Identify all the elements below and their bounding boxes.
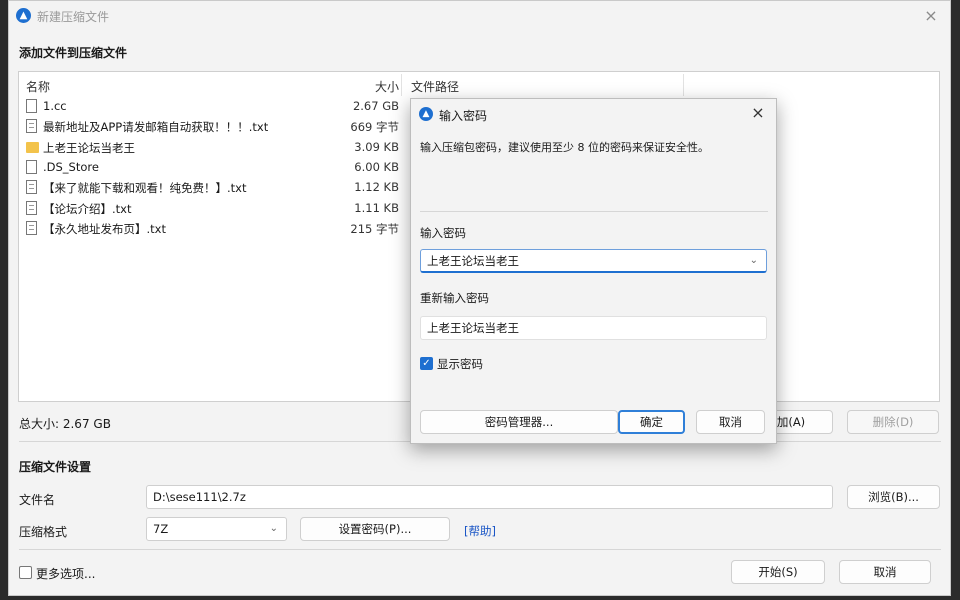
table-row[interactable]: .DS_Store 6.00 KB [19, 157, 419, 177]
help-link[interactable]: [帮助] [464, 523, 496, 539]
column-header-size[interactable]: 大小 [375, 78, 399, 95]
confirm-password-label: 重新输入密码 [420, 291, 489, 305]
table-row[interactable]: 【来了就能下载和观看！纯免费！】.txt 1.12 KB [19, 177, 419, 197]
column-header-path[interactable]: 文件路径 [411, 78, 459, 95]
file-name: 上老王论坛当老王 [43, 140, 135, 155]
file-size: 3.09 KB [354, 139, 399, 154]
password-label: 输入密码 [420, 226, 466, 240]
files-section-heading: 添加文件到压缩文件 [19, 46, 128, 60]
settings-heading: 压缩文件设置 [19, 460, 92, 474]
total-size: 总大小: 2.67 GB [19, 417, 111, 431]
chevron-down-icon: ⌄ [269, 523, 278, 534]
file-size: 215 字节 [350, 221, 399, 236]
column-divider[interactable] [401, 74, 402, 96]
text-file-icon [26, 220, 37, 235]
file-name: 【论坛介绍】.txt [43, 201, 132, 216]
password-manager-button[interactable]: 密码管理器... [420, 410, 618, 434]
file-name: 最新地址及APP请发邮箱自动获取！！！.txt [43, 120, 269, 135]
filename-value: D:\sese111\2.7z [153, 490, 246, 504]
close-icon[interactable]: × [920, 6, 942, 26]
dialog-cancel-button[interactable]: 取消 [696, 410, 765, 434]
password-value: 上老王论坛当老王 [427, 254, 519, 268]
table-row[interactable]: 【永久地址发布页】.txt 215 字节 [19, 218, 419, 238]
show-password-label[interactable]: 显示密码 [437, 356, 483, 372]
filename-input[interactable]: D:\sese111\2.7z [146, 485, 833, 509]
cancel-button[interactable]: 取消 [839, 560, 931, 584]
file-icon [26, 159, 37, 174]
show-password-checkbox[interactable]: ✓ [420, 357, 433, 370]
file-size: 1.11 KB [354, 200, 399, 215]
file-name: 【来了就能下载和观看！纯免费！】.txt [43, 181, 247, 196]
file-name: 1.cc [43, 99, 67, 113]
more-options-label[interactable]: 更多选项... [36, 565, 95, 582]
set-password-button[interactable]: 设置密码(P)... [300, 517, 450, 541]
app-icon: ▲ [419, 107, 433, 121]
delete-button[interactable]: 删除(D) [847, 410, 939, 434]
format-select[interactable]: 7Z ⌄ [146, 517, 287, 541]
password-dialog: ▲ 输入密码 × 输入压缩包密码，建议使用至少 8 位的密码来保证安全性。 输入… [410, 98, 777, 444]
file-size: 2.67 GB [352, 99, 399, 113]
browse-button[interactable]: 浏览(B)... [847, 485, 940, 509]
app-icon: ▲ [16, 8, 31, 23]
ok-button[interactable]: 确定 [618, 410, 685, 434]
chevron-down-icon[interactable]: ⌄ [750, 250, 758, 272]
table-row[interactable]: 最新地址及APP请发邮箱自动获取！！！.txt 669 字节 [19, 116, 419, 136]
file-name: .DS_Store [43, 159, 99, 174]
title-bar: ▲ 新建压缩文件 × [9, 1, 950, 31]
table-row[interactable]: 上老王论坛当老王 3.09 KB [19, 137, 419, 157]
text-file-icon [26, 119, 37, 134]
dialog-title: 输入密码 [439, 109, 488, 123]
divider [420, 211, 768, 212]
window-title: 新建压缩文件 [37, 10, 110, 24]
filename-label: 文件名 [19, 493, 56, 507]
column-divider[interactable] [683, 74, 684, 96]
format-label: 压缩格式 [19, 525, 68, 539]
confirm-password-input[interactable]: 上老王论坛当老王 [420, 316, 767, 340]
column-header-name[interactable]: 名称 [26, 78, 50, 95]
file-size: 669 字节 [350, 120, 399, 135]
file-size: 6.00 KB [354, 159, 399, 174]
text-file-icon [26, 200, 37, 215]
text-file-icon [26, 180, 37, 195]
format-value: 7Z [153, 522, 169, 536]
start-button[interactable]: 开始(S) [731, 560, 825, 584]
divider [19, 549, 941, 550]
password-input[interactable]: 上老王论坛当老王 ⌄ [420, 249, 767, 273]
file-name: 【永久地址发布页】.txt [43, 221, 166, 236]
file-icon [26, 99, 37, 113]
table-row[interactable]: 1.cc 2.67 GB [19, 96, 419, 116]
password-hint: 输入压缩包密码，建议使用至少 8 位的密码来保证安全性。 [420, 141, 709, 154]
table-row[interactable]: 【论坛介绍】.txt 1.11 KB [19, 198, 419, 218]
close-icon[interactable]: × [748, 103, 768, 123]
more-options-checkbox[interactable] [19, 566, 32, 579]
confirm-password-value: 上老王论坛当老王 [427, 321, 519, 335]
file-size: 1.12 KB [354, 180, 399, 195]
folder-icon [26, 141, 39, 153]
